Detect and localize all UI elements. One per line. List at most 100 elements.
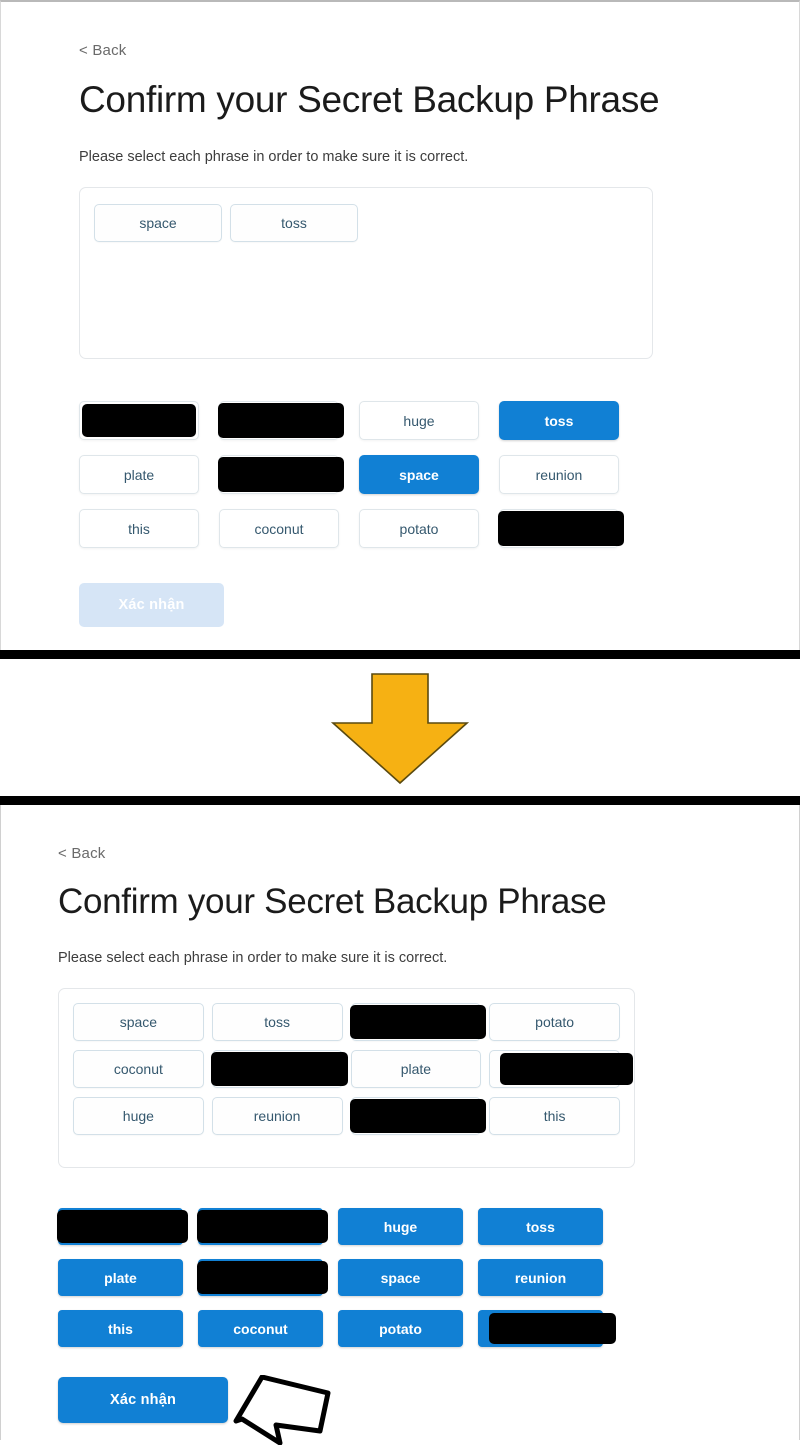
word-button-label: coconut: [254, 520, 304, 537]
selected-chip-label: this: [543, 1108, 566, 1124]
selected-chip[interactable]: coconut: [73, 1050, 204, 1088]
redaction-bar: [197, 1210, 328, 1243]
confirm-button-label: Xác nhận: [109, 1392, 177, 1408]
selected-chip-label: space: [119, 1014, 158, 1030]
redaction-bar: [349, 1005, 487, 1039]
selected-chip-label: potato: [535, 1014, 575, 1030]
word-button[interactable]: this: [79, 509, 199, 548]
word-button-label: potato: [399, 520, 439, 537]
down-arrow-icon: [330, 673, 470, 785]
page-title: Confirm your Secret Backup Phrase: [58, 882, 607, 921]
redaction-bar: [489, 1313, 616, 1344]
word-button[interactable]: space: [359, 455, 479, 494]
confirm-button[interactable]: Xác nhận: [79, 583, 224, 627]
redaction-bar: [218, 457, 344, 492]
word-button[interactable]: coconut: [198, 1310, 323, 1347]
selected-chip-label: toss: [264, 1014, 290, 1030]
selected-chip-label: huge: [122, 1108, 154, 1124]
left-arrow-callout-icon: [233, 1375, 331, 1445]
panel-after: < Back Confirm your Secret Backup Phrase…: [0, 805, 800, 1440]
word-button-label: potato: [379, 1320, 422, 1337]
screenshot-root: < Back Confirm your Secret Backup Phrase…: [0, 0, 800, 1445]
word-button[interactable]: plate: [79, 455, 199, 494]
word-button-label: plate: [123, 466, 155, 483]
word-bank-grid: huge toss plate space reunion this cocon…: [57, 1208, 635, 1347]
redaction-bar: [349, 1099, 487, 1133]
selected-chip-label: toss: [281, 215, 307, 231]
panel-after-content: < Back Confirm your Secret Backup Phrase…: [57, 845, 635, 1423]
section-divider: [0, 796, 800, 805]
selected-chip[interactable]: reunion: [211, 1097, 343, 1135]
word-button[interactable]: this: [58, 1310, 183, 1347]
redaction-bar: [82, 404, 196, 437]
redaction-bar: [197, 1261, 328, 1294]
redaction-bar: [57, 1210, 188, 1243]
word-button[interactable]: huge: [359, 401, 479, 440]
word-button[interactable]: potato: [359, 509, 479, 548]
confirm-button-label: Xác nhận: [118, 597, 185, 613]
page-title: Confirm your Secret Backup Phrase: [79, 79, 660, 120]
redaction-bar: [500, 1053, 633, 1085]
word-button-label: toss: [526, 1218, 555, 1235]
word-button-label: coconut: [233, 1320, 288, 1337]
word-button[interactable]: [79, 401, 199, 440]
word-button-label: reunion: [535, 466, 583, 483]
word-button[interactable]: plate: [58, 1259, 183, 1296]
selected-phrase-area[interactable]: space toss potato coconut plate huge reu…: [58, 988, 635, 1168]
confirm-button[interactable]: Xác nhận: [58, 1377, 228, 1423]
word-button[interactable]: [197, 1208, 328, 1245]
selected-chip[interactable]: toss: [230, 204, 358, 242]
word-button[interactable]: [197, 1259, 328, 1296]
word-button-label: space: [399, 466, 439, 483]
word-button[interactable]: [218, 401, 344, 440]
word-button[interactable]: [478, 1310, 616, 1347]
selected-chip[interactable]: this: [489, 1097, 620, 1135]
word-button[interactable]: space: [338, 1259, 463, 1296]
selected-chip-label: coconut: [113, 1061, 163, 1077]
word-bank-grid: huge toss plate space reunion this cocon…: [79, 401, 659, 548]
word-button[interactable]: [498, 509, 624, 548]
word-button[interactable]: [57, 1208, 188, 1245]
selected-chip[interactable]: plate: [350, 1050, 482, 1088]
word-button[interactable]: reunion: [499, 455, 619, 494]
page-subtitle: Please select each phrase in order to ma…: [58, 950, 448, 966]
selected-chip[interactable]: toss: [211, 1003, 343, 1041]
back-link[interactable]: < Back: [79, 42, 126, 59]
word-button-label: huge: [383, 1218, 418, 1235]
selected-chip[interactable]: [349, 1003, 487, 1041]
word-button[interactable]: toss: [478, 1208, 603, 1245]
word-button[interactable]: huge: [338, 1208, 463, 1245]
word-button-label: huge: [403, 412, 435, 429]
selected-chip-label: plate: [400, 1061, 432, 1077]
word-button-label: space: [380, 1269, 421, 1286]
panel-before: < Back Confirm your Secret Backup Phrase…: [0, 0, 800, 650]
selected-chip-label: reunion: [253, 1108, 301, 1124]
redaction-bar: [498, 511, 624, 546]
page-subtitle: Please select each phrase in order to ma…: [79, 149, 469, 165]
step-transition-zone: [0, 659, 800, 796]
selected-chip[interactable]: space: [73, 1003, 204, 1041]
selected-chip[interactable]: [349, 1097, 487, 1135]
word-button-label: plate: [104, 1269, 137, 1286]
word-button-label: reunion: [514, 1269, 567, 1286]
selected-chip[interactable]: space: [94, 204, 222, 242]
selected-chip[interactable]: potato: [489, 1003, 620, 1041]
redaction-bar: [218, 403, 344, 438]
panel-before-content: < Back Confirm your Secret Backup Phrase…: [79, 42, 660, 627]
word-button[interactable]: toss: [499, 401, 619, 440]
selected-chip[interactable]: [210, 1050, 348, 1088]
selected-phrase-area[interactable]: space toss: [79, 187, 653, 359]
word-button[interactable]: coconut: [219, 509, 339, 548]
word-button[interactable]: reunion: [478, 1259, 603, 1296]
selected-phrase-row: space toss: [94, 204, 638, 242]
back-link[interactable]: < Back: [58, 845, 105, 862]
selected-chip[interactable]: [489, 1050, 633, 1088]
word-button[interactable]: potato: [338, 1310, 463, 1347]
word-button[interactable]: [218, 455, 344, 494]
section-divider: [0, 650, 800, 659]
selected-phrase-grid: space toss potato coconut plate huge reu…: [73, 1003, 633, 1135]
word-button-label: toss: [544, 412, 574, 429]
redaction-bar: [210, 1052, 348, 1086]
selected-chip[interactable]: huge: [73, 1097, 204, 1135]
selected-chip-label: space: [139, 215, 177, 231]
